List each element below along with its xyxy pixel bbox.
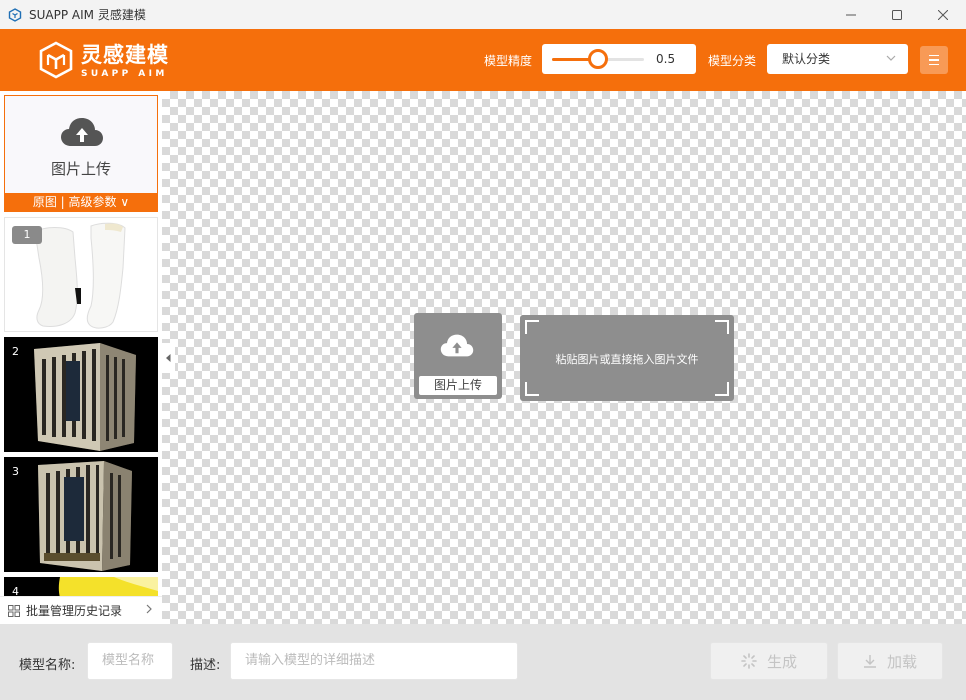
options-bar[interactable]: 原图 | 高级参数 ∨ [4, 193, 158, 212]
menu-icon [929, 54, 939, 57]
precision-slider-thumb[interactable] [588, 49, 608, 69]
description-input[interactable]: 请输入模型的详细描述 [230, 642, 518, 680]
sidebar: 图片上传 原图 | 高级参数 ∨ 1 2 3 4 批量管理历史记录 [0, 91, 162, 624]
history-thumbnail[interactable]: 1 [4, 217, 158, 332]
thumbnail-number: 2 [12, 345, 19, 358]
image-canvas[interactable]: 图片上传 粘贴图片或直接拖入图片文件 [162, 91, 966, 624]
canvas-upload-card[interactable]: 图片上传 [414, 313, 502, 399]
window-title: SUAPP AIM 灵感建模 [29, 8, 146, 22]
building-image [34, 343, 136, 451]
cloud-upload-icon [440, 334, 474, 357]
history-thumbnail[interactable]: 3 [4, 457, 158, 572]
batch-history-button[interactable]: 批量管理历史记录 [0, 596, 162, 624]
cloud-upload-icon [61, 118, 103, 146]
precision-label: 模型精度 [484, 54, 533, 68]
canvas-upload-button[interactable]: 图片上传 [419, 376, 497, 395]
brand-name-en: SUAPP AIM [81, 69, 168, 79]
building-image [38, 461, 132, 571]
corner-mark [715, 320, 729, 334]
logo-icon [39, 41, 73, 79]
app-icon [8, 7, 22, 22]
generate-button[interactable]: 生成 [710, 642, 828, 680]
brand-name-cn: 灵感建模 [81, 43, 169, 67]
precision-value: 0.5 [656, 52, 676, 66]
collapse-sidebar-button[interactable] [162, 343, 175, 373]
menu-button[interactable] [920, 46, 948, 74]
maximize-icon[interactable] [874, 0, 920, 29]
precision-control: 0.5 [542, 44, 696, 74]
category-label: 模型分类 [708, 54, 757, 68]
minimize-icon[interactable] [828, 0, 874, 29]
corner-mark [525, 382, 539, 396]
chevron-right-icon [146, 603, 152, 617]
model-name-input[interactable]: 模型名称 [87, 642, 173, 680]
chevron-down-icon [886, 44, 896, 74]
thumbnail-number: 3 [12, 465, 19, 478]
description-label: 描述: [190, 658, 221, 673]
chevron-left-icon [166, 354, 171, 362]
brand: 灵感建模 SUAPP AIM [81, 44, 169, 80]
grid-icon [8, 604, 20, 617]
batch-history-label: 批量管理历史记录 [26, 604, 123, 618]
loading-spinner-icon [741, 653, 757, 669]
generate-label: 生成 [766, 652, 797, 671]
category-select[interactable]: 默认分类 [767, 44, 908, 74]
thumbnail-number: 1 [12, 226, 42, 244]
corner-mark [525, 320, 539, 334]
paste-drop-zone[interactable]: 粘贴图片或直接拖入图片文件 [520, 315, 734, 401]
bottom-bar: 模型名称: 模型名称 描述: 请输入模型的详细描述 生成 加载 [0, 624, 966, 700]
close-icon[interactable] [920, 0, 966, 29]
load-button[interactable]: 加载 [837, 642, 943, 680]
category-selected: 默认分类 [782, 52, 831, 66]
app-header: 灵感建模 SUAPP AIM 模型精度 0.5 模型分类 默认分类 [0, 29, 966, 91]
load-label: 加载 [886, 652, 917, 671]
model-name-label: 模型名称: [19, 658, 76, 673]
upload-label: 图片上传 [50, 160, 111, 178]
download-icon [863, 655, 876, 668]
corner-mark [715, 382, 729, 396]
paste-hint: 粘贴图片或直接拖入图片文件 [555, 353, 699, 366]
title-bar: SUAPP AIM 灵感建模 [0, 0, 966, 29]
history-thumbnail[interactable]: 2 [4, 337, 158, 452]
